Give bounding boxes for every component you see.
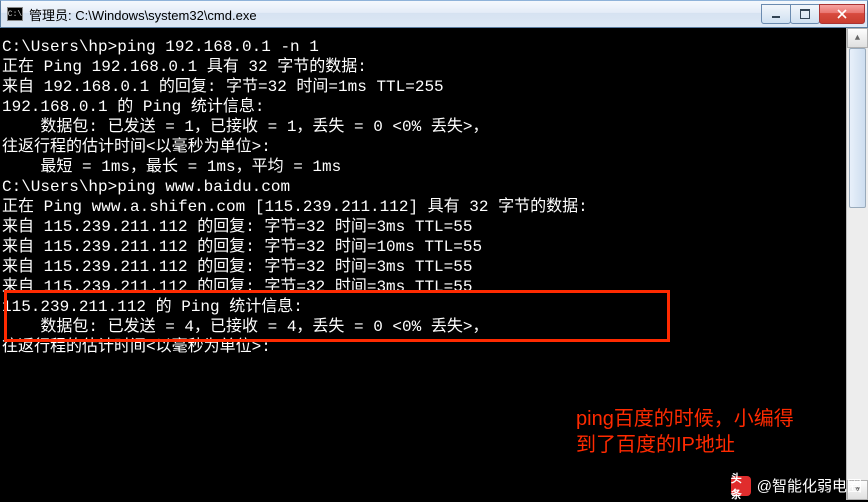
terminal-line: 往返行程的估计时间<以毫秒为单位>: xyxy=(2,137,844,157)
maximize-button[interactable] xyxy=(790,4,820,24)
scroll-track[interactable] xyxy=(847,48,868,480)
terminal-line: 来自 115.239.211.112 的回复: 字节=32 时间=3ms TTL… xyxy=(2,257,844,277)
vertical-scrollbar[interactable]: ▲ ▼ xyxy=(846,28,868,500)
annotation-line: ping百度的时候，小编得 xyxy=(576,406,794,432)
toutiao-logo-icon: 头条 xyxy=(731,476,751,496)
terminal-line: 正在 Ping 192.168.0.1 具有 32 字节的数据: xyxy=(2,57,844,77)
annotation-text: ping百度的时候，小编得 到了百度的IP地址 xyxy=(576,406,794,458)
terminal-line: 往返行程的估计时间<以毫秒为单位>: xyxy=(2,337,844,357)
terminal-line: 数据包: 已发送 = 4，已接收 = 4，丢失 = 0 <0% 丢失>， xyxy=(2,317,844,337)
close-button[interactable] xyxy=(819,4,865,24)
terminal-line: 数据包: 已发送 = 1，已接收 = 1，丢失 = 0 <0% 丢失>， xyxy=(2,117,844,137)
cmd-icon: C:\ xyxy=(7,7,23,21)
window-controls xyxy=(762,4,865,24)
scroll-thumb[interactable] xyxy=(849,48,866,208)
terminal-line: 来自 115.239.211.112 的回复: 字节=32 时间=3ms TTL… xyxy=(2,217,844,237)
terminal-line: 115.239.211.112 的 Ping 统计信息: xyxy=(2,297,844,317)
terminal-line: 来自 192.168.0.1 的回复: 字节=32 时间=1ms TTL=255 xyxy=(2,77,844,97)
close-icon xyxy=(837,9,847,19)
terminal-line: C:\Users\hp>ping www.baidu.com xyxy=(2,177,844,197)
watermark-handle: @智能化弱电圈 xyxy=(757,475,862,496)
terminal-line: C:\Users\hp>ping 192.168.0.1 -n 1 xyxy=(2,37,844,57)
scroll-up-button[interactable]: ▲ xyxy=(847,28,868,48)
terminal-line: 最短 = 1ms，最长 = 1ms，平均 = 1ms xyxy=(2,157,844,177)
terminal-line: 192.168.0.1 的 Ping 统计信息: xyxy=(2,97,844,117)
annotation-line: 到了百度的IP地址 xyxy=(576,432,794,458)
minimize-button[interactable] xyxy=(761,4,791,24)
window-title: 管理员: C:\Windows\system32\cmd.exe xyxy=(29,5,762,24)
terminal-line: 来自 115.239.211.112 的回复: 字节=32 时间=3ms TTL… xyxy=(2,277,844,297)
source-watermark: 头条 @智能化弱电圈 xyxy=(731,475,862,496)
terminal-line: 正在 Ping www.a.shifen.com [115.239.211.11… xyxy=(2,197,844,217)
window-titlebar[interactable]: C:\ 管理员: C:\Windows\system32\cmd.exe xyxy=(0,0,868,28)
terminal-line: 来自 115.239.211.112 的回复: 字节=32 时间=10ms TT… xyxy=(2,237,844,257)
